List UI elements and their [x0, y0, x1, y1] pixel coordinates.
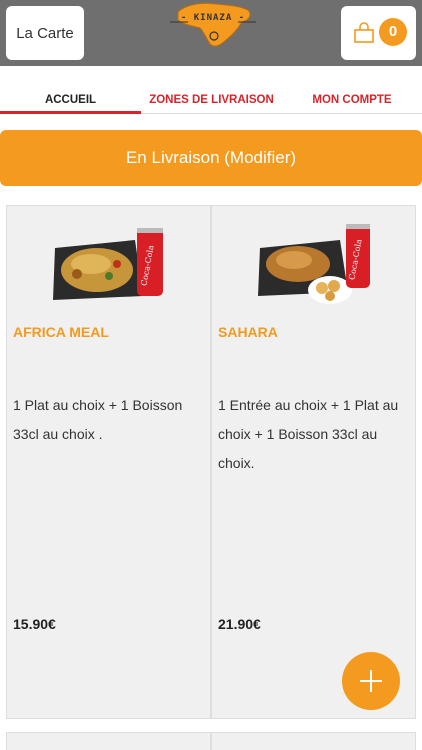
top-bar: La Carte - KINAZA - 0: [0, 0, 422, 66]
product-name: SAHARA: [218, 324, 278, 340]
cart-button[interactable]: 0: [341, 6, 416, 60]
tab-mon-compte[interactable]: MON COMPTE: [282, 66, 422, 114]
product-description: 1 Entrée au choix + 1 Plat au choix + 1 …: [218, 397, 399, 471]
product-price: 15.90€: [13, 616, 56, 632]
cart-count-badge: 0: [379, 18, 407, 46]
sahara-meal-image: Coca-Cola: [258, 224, 370, 304]
product-price: 21.90€: [218, 616, 261, 632]
menu-carte-button[interactable]: La Carte: [6, 6, 84, 60]
product-card-partial[interactable]: [6, 732, 211, 750]
plus-icon: [360, 670, 382, 692]
product-name: AFRICA MEAL: [13, 324, 109, 340]
product-card-partial[interactable]: [211, 732, 416, 750]
delivery-mode-button[interactable]: En Livraison (Modifier): [0, 130, 422, 186]
africa-meal-image: Coca-Cola: [53, 228, 163, 300]
brand-logo[interactable]: - KINAZA -: [168, 0, 258, 50]
africa-map-logo-icon: [170, 2, 256, 47]
product-description: 1 Plat au choix + 1 Boisson 33cl au choi…: [13, 397, 183, 442]
tab-zones-de-livraison[interactable]: ZONES DE LIVRAISON: [141, 66, 282, 114]
tab-accueil[interactable]: ACCUEIL: [0, 66, 141, 114]
product-card-sahara[interactable]: Coca-Cola SAHARA 1 Entrée au choix + 1 P…: [211, 205, 416, 719]
add-button[interactable]: [342, 652, 400, 710]
main-tabs: ACCUEIL ZONES DE LIVRAISON MON COMPTE: [0, 66, 422, 114]
shopping-bag-icon: [354, 22, 374, 43]
product-card-africa-meal[interactable]: Coca-Cola AFRICA MEAL 1 Plat au choix + …: [6, 205, 211, 719]
logo-text: - KINAZA -: [180, 13, 246, 23]
